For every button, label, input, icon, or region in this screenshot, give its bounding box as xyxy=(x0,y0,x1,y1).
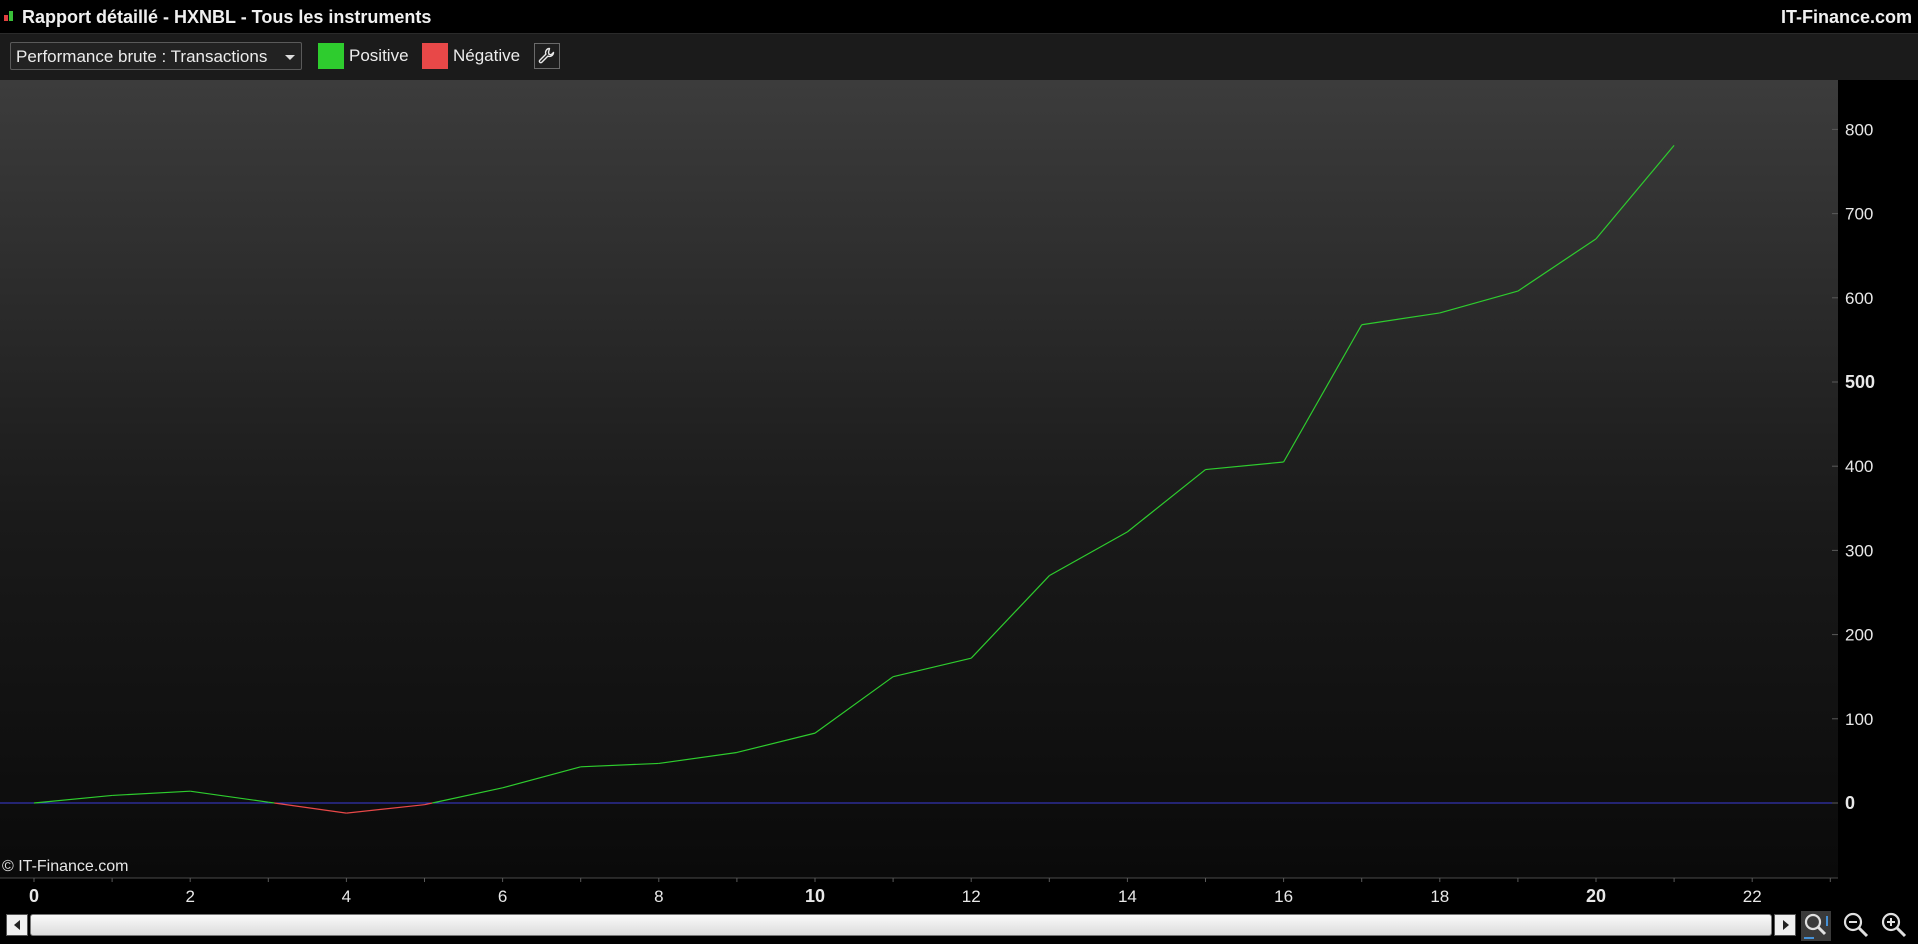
scroll-left-button[interactable] xyxy=(6,914,28,936)
x-tick-label: 14 xyxy=(1118,887,1137,906)
chart-watermark: © IT-Finance.com xyxy=(2,858,129,875)
performance-chart[interactable]: 0 2 4 6 8 10 12 14 16 18 20 22 0 100 200 300 400 500 600 7… xyxy=(0,80,1918,910)
y-tick-label: 200 xyxy=(1845,626,1873,645)
x-tick-label: 0 xyxy=(29,886,39,906)
x-tick-label: 18 xyxy=(1430,887,1449,906)
zoom-fit-icon xyxy=(1801,911,1831,941)
x-tick-label: 20 xyxy=(1586,886,1606,906)
zoom-out-icon xyxy=(1843,912,1869,938)
title-bar: Rapport détaillé - HXNBL - Tous les inst… xyxy=(0,0,1918,34)
y-tick-label: 300 xyxy=(1845,541,1873,560)
report-type-select-value: Performance brute : Transactions xyxy=(16,47,268,66)
scrollbar-thumb[interactable] xyxy=(30,914,1772,936)
x-tick-label: 8 xyxy=(654,887,663,906)
zoom-fit-button[interactable] xyxy=(1800,910,1832,942)
y-tick-label: 800 xyxy=(1845,120,1873,139)
y-tick-label: 700 xyxy=(1845,205,1873,224)
app-logo-icon xyxy=(4,11,14,21)
x-tick-label: 2 xyxy=(185,887,194,906)
x-tick-label: 4 xyxy=(342,887,351,906)
legend-positive-label: Positive xyxy=(349,46,409,65)
x-tick-label: 16 xyxy=(1274,887,1293,906)
chart-area: 0 2 4 6 8 10 12 14 16 18 20 22 0 100 200 300 400 500 600 7… xyxy=(0,80,1918,906)
arrow-left-icon xyxy=(14,920,20,930)
settings-button[interactable] xyxy=(534,43,560,69)
y-tick-label: 400 xyxy=(1845,457,1873,476)
y-tick-label: 100 xyxy=(1845,710,1873,729)
zoom-out-button[interactable] xyxy=(1840,910,1872,942)
x-tick-label: 6 xyxy=(498,887,507,906)
y-tick-label: 0 xyxy=(1845,793,1855,813)
plot-background xyxy=(0,80,1838,878)
positive-color-swatch[interactable] xyxy=(318,43,344,69)
y-tick-label: 600 xyxy=(1845,289,1873,308)
negative-color-swatch[interactable] xyxy=(422,43,448,69)
legend-negative-label: Négative xyxy=(453,46,521,65)
report-type-select[interactable]: Performance brute : Transactions xyxy=(10,42,302,70)
arrow-right-icon xyxy=(1783,920,1789,930)
toolbar: Performance brute : Transactions Positiv… xyxy=(0,34,1918,80)
window-title: Rapport détaillé - HXNBL - Tous les inst… xyxy=(22,7,432,27)
zoom-in-icon xyxy=(1881,912,1907,938)
chevron-down-icon xyxy=(285,55,295,60)
series-segment xyxy=(268,801,275,804)
wrench-icon xyxy=(538,47,555,64)
x-tick-label: 12 xyxy=(962,887,981,906)
zoom-in-button[interactable] xyxy=(1878,910,1910,942)
x-tick-label: 22 xyxy=(1743,887,1762,906)
y-tick-label: 500 xyxy=(1845,372,1875,392)
x-tick-label: 10 xyxy=(805,886,825,906)
scroll-right-button[interactable] xyxy=(1774,914,1796,936)
brand-label: IT-Finance.com xyxy=(1780,7,1912,27)
horizontal-scrollbar[interactable] xyxy=(0,910,1800,940)
